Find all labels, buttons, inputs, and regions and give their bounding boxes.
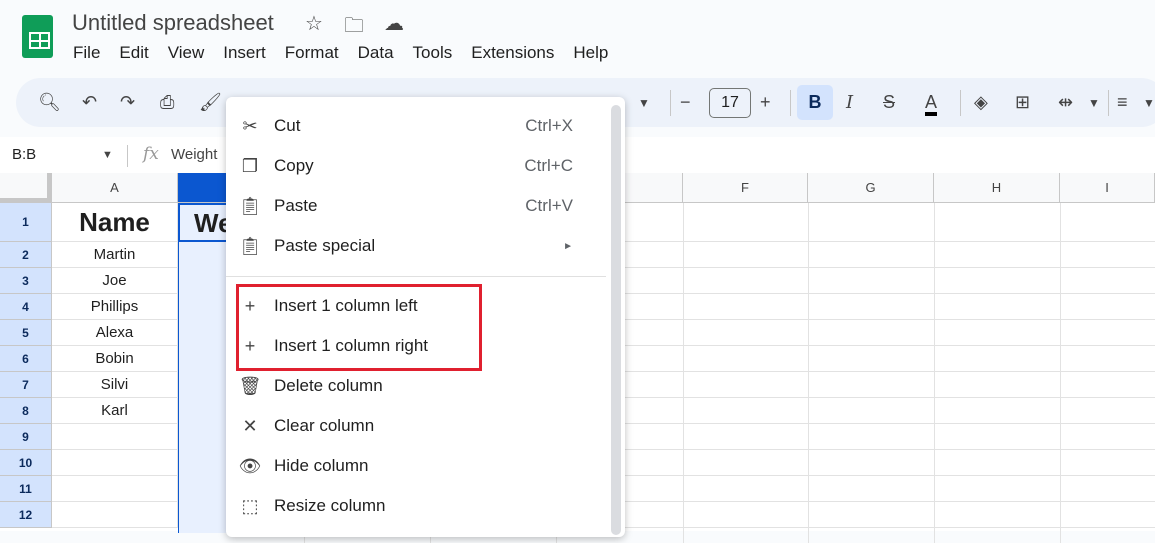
menu-item-label: Paste special <box>274 236 376 255</box>
bold-button[interactable]: B <box>797 85 833 120</box>
cell-a3[interactable]: Joe <box>52 268 178 294</box>
highlight-box <box>236 284 482 371</box>
row-header-2[interactable]: 2 <box>0 242 52 268</box>
menu-extensions[interactable]: Extensions <box>471 43 554 63</box>
move-folder-icon[interactable]: 🗀 <box>344 11 364 45</box>
menu-item-resize-column[interactable]: ⬚ Resize column <box>226 486 611 526</box>
borders-icon[interactable]: ⊞ <box>1015 92 1030 113</box>
menu-edit[interactable]: Edit <box>119 43 148 63</box>
sheets-logo[interactable] <box>22 15 53 58</box>
row-header-10[interactable]: 10 <box>0 450 52 476</box>
row-header-6[interactable]: 6 <box>0 346 52 372</box>
menu-file[interactable]: File <box>73 43 100 63</box>
select-all-corner[interactable] <box>0 173 52 203</box>
menu-item-copy[interactable]: ❐ Copy Ctrl+C <box>226 146 611 186</box>
menu-data[interactable]: Data <box>358 43 394 63</box>
row-header-3[interactable]: 3 <box>0 268 52 294</box>
menu-item-paste[interactable]: 📋︎ Paste Ctrl+V <box>226 186 611 226</box>
document-title[interactable]: Untitled spreadsheet <box>72 10 274 36</box>
menu-item-label: Cut <box>274 116 301 135</box>
eye-off-icon: 👁︎ <box>238 455 262 476</box>
close-icon: ✕ <box>242 415 258 436</box>
row-header-8[interactable]: 8 <box>0 398 52 424</box>
cell-a8[interactable]: Karl <box>52 398 178 424</box>
name-box-dropdown-icon[interactable]: ▼ <box>102 149 113 161</box>
cell-a11[interactable] <box>52 476 178 502</box>
fill-color-icon[interactable]: ◈ <box>974 92 988 113</box>
menu-item-label: Clear column <box>274 416 375 435</box>
clipboard-icon: 📋︎ <box>238 235 262 256</box>
row-header-11[interactable]: 11 <box>0 476 52 502</box>
text-color-icon[interactable]: A <box>925 92 938 116</box>
row-header-1[interactable]: 1 <box>0 203 52 242</box>
decrease-font-size-icon[interactable]: − <box>680 92 691 113</box>
menu-bar: File Edit View Insert Format Data Tools Extensi… <box>73 43 627 63</box>
cell-a2[interactable]: Martin <box>52 242 178 268</box>
row-header-12[interactable]: 12 <box>0 502 52 528</box>
menu-item-hide-column[interactable]: 👁︎ Hide column <box>226 446 611 486</box>
menu-item-label: Hide column <box>274 456 369 475</box>
cell-a4[interactable]: Phillips <box>52 294 178 320</box>
menu-item-label: Copy <box>274 156 314 175</box>
menu-item-clear-column[interactable]: ✕ Clear column <box>226 406 611 446</box>
column-header-g[interactable]: G <box>808 173 934 203</box>
font-dropdown-chevron-icon[interactable]: ▼ <box>638 96 650 110</box>
cell-a9[interactable] <box>52 424 178 450</box>
menu-item-label: Delete column <box>274 376 383 395</box>
merge-dropdown-icon[interactable]: ▼ <box>1088 96 1100 110</box>
paint-format-icon[interactable]: 🖌︎ <box>199 92 222 113</box>
column-header-a[interactable]: A <box>52 173 178 203</box>
cell-a10[interactable] <box>52 450 178 476</box>
menu-tools[interactable]: Tools <box>413 43 453 63</box>
undo-icon[interactable]: ↶ <box>82 92 97 113</box>
search-icon[interactable]: 🔍︎ <box>38 92 61 113</box>
fx-icon: fx <box>143 144 159 164</box>
copy-icon: ❐ <box>241 155 259 176</box>
cell-a7[interactable]: Silvi <box>52 372 178 398</box>
menu-item-label: Resize column <box>274 496 386 515</box>
align-icon[interactable]: ≡ <box>1117 92 1128 113</box>
menu-item-cut[interactable]: ✂ Cut Ctrl+X <box>226 106 611 146</box>
menu-divider <box>226 276 606 277</box>
menu-view[interactable]: View <box>168 43 205 63</box>
strikethrough-icon[interactable]: S <box>883 92 895 113</box>
redo-icon[interactable]: ↷ <box>120 92 135 113</box>
align-dropdown-icon[interactable]: ▼ <box>1143 96 1155 110</box>
menu-item-shortcut: Ctrl+V <box>525 196 573 215</box>
column-header-f[interactable]: F <box>683 173 808 203</box>
row-header-9[interactable]: 9 <box>0 424 52 450</box>
menu-item-paste-special[interactable]: 📋︎ Paste special ► <box>226 226 611 266</box>
trash-icon: 🗑︎ <box>238 375 262 396</box>
menu-item-label: Paste <box>274 196 318 215</box>
increase-font-size-icon[interactable]: + <box>760 92 771 113</box>
menu-item-shortcut: ► <box>563 240 573 252</box>
name-box[interactable]: B:B <box>12 146 36 163</box>
menu-format[interactable]: Format <box>285 43 339 63</box>
cell-a1[interactable]: Name <box>52 203 178 242</box>
cloud-saved-icon[interactable]: ☁ <box>384 11 404 36</box>
menu-item-shortcut: Ctrl+X <box>525 116 573 135</box>
menu-scrollbar[interactable] <box>611 105 621 535</box>
column-header-h[interactable]: H <box>934 173 1060 203</box>
star-icon[interactable]: ☆ <box>305 11 323 36</box>
row-header-7[interactable]: 7 <box>0 372 52 398</box>
cell-a5[interactable]: Alexa <box>52 320 178 346</box>
italic-icon[interactable]: I <box>846 92 853 113</box>
formula-input[interactable]: Weight <box>171 146 217 163</box>
cell-a12[interactable] <box>52 502 178 528</box>
scissors-icon: ✂ <box>242 115 258 136</box>
row-header-5[interactable]: 5 <box>0 320 52 346</box>
menu-insert[interactable]: Insert <box>223 43 266 63</box>
menu-item-delete-column[interactable]: 🗑︎ Delete column <box>226 366 611 406</box>
cell-a6[interactable]: Bobin <box>52 346 178 372</box>
clipboard-icon: 📋︎ <box>238 195 262 216</box>
merge-cells-icon[interactable]: ⇹ <box>1058 92 1073 113</box>
menu-item-shortcut: Ctrl+C <box>524 156 573 175</box>
column-header-i[interactable]: I <box>1060 173 1155 203</box>
print-icon[interactable]: ⎙ <box>160 92 174 113</box>
row-header-4[interactable]: 4 <box>0 294 52 320</box>
menu-help[interactable]: Help <box>573 43 608 63</box>
resize-icon: ⬚ <box>241 495 259 516</box>
font-size-input[interactable]: 17 <box>709 88 751 118</box>
